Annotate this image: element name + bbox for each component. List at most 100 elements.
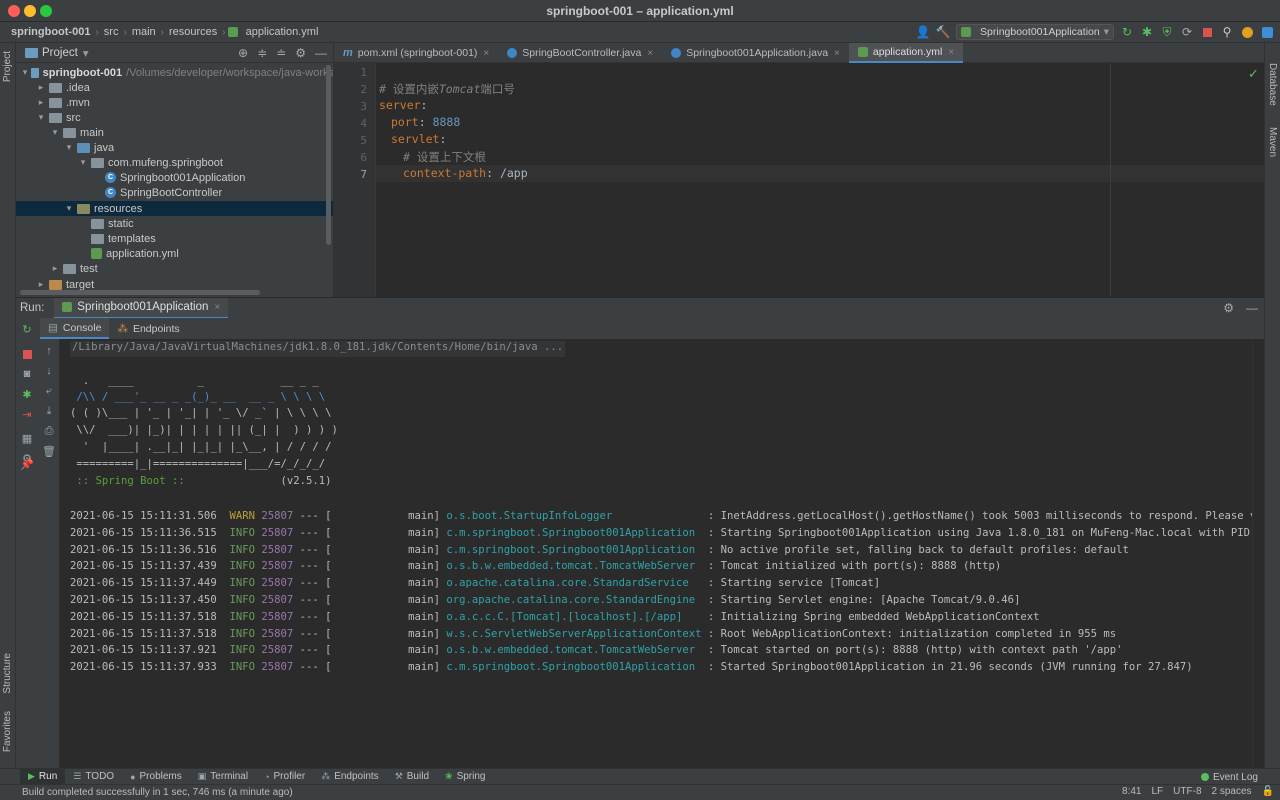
folder-icon: [30, 67, 39, 78]
banner-line: ( ( )\___ | '_ | '_| | '_ \/ _` | \ \ \ …: [70, 407, 332, 419]
close-icon[interactable]: ×: [483, 48, 489, 59]
tree-item-app-class[interactable]: C Springboot001Application: [16, 170, 333, 185]
profile-icon[interactable]: ⟳: [1180, 25, 1194, 39]
rerun-icon[interactable]: ↻: [1120, 25, 1134, 39]
coverage-icon[interactable]: ⛨: [1160, 25, 1174, 39]
tab-console[interactable]: ▤ Console: [40, 318, 110, 339]
build-hammer-icon[interactable]: 🔨: [936, 25, 951, 39]
database-tool-tab[interactable]: Database: [1267, 63, 1278, 106]
tree-item-idea[interactable]: ▸ .idea: [16, 80, 333, 95]
structure-tool-tab[interactable]: Structure: [2, 653, 13, 694]
exit-icon[interactable]: ⇥: [20, 407, 34, 421]
hide-icon[interactable]: —: [315, 46, 327, 60]
update-icon[interactable]: [1240, 25, 1254, 39]
bottom-tab-profiler[interactable]: ◔ Profiler: [256, 769, 313, 785]
tree-item-main[interactable]: ▾ main: [16, 125, 333, 140]
close-icon[interactable]: ×: [948, 47, 954, 58]
gear-icon[interactable]: ⚙: [1223, 301, 1234, 315]
file-encoding[interactable]: UTF-8: [1173, 786, 1201, 797]
project-tool-tab[interactable]: Project: [2, 51, 13, 82]
tab-spring-boot-controller[interactable]: SpringBootController.java ×: [498, 43, 662, 63]
gear-icon[interactable]: ⚙: [295, 46, 306, 60]
project-vertical-scrollbar[interactable]: [326, 65, 331, 245]
indent-setting[interactable]: 2 spaces: [1212, 786, 1252, 797]
stop-icon[interactable]: [20, 347, 34, 361]
bottom-tab-endpoints[interactable]: ⁂ Endpoints: [313, 769, 386, 785]
soft-wrap-icon[interactable]: ⤶: [42, 384, 56, 398]
tree-item-test[interactable]: ▸ test: [16, 261, 333, 276]
tree-item-templates[interactable]: templates: [16, 231, 333, 246]
tree-item-controller-class[interactable]: C SpringBootController: [16, 185, 333, 200]
yaml-file-icon: [857, 47, 868, 57]
debug-icon[interactable]: ✱: [1140, 25, 1154, 39]
tab-label: Springboot001Application.java: [686, 47, 829, 59]
tab-endpoints[interactable]: ⁂ Endpoints: [109, 318, 187, 339]
resources-folder-icon: [77, 203, 90, 214]
print-icon[interactable]: ⎙: [42, 424, 56, 438]
line-separator[interactable]: LF: [1152, 786, 1164, 797]
locate-icon[interactable]: ⊕: [238, 46, 248, 60]
event-log-button[interactable]: Event Log: [1200, 769, 1258, 785]
bottom-tab-problems[interactable]: ● Problems: [122, 769, 190, 785]
tab-springboot001-application[interactable]: Springboot001Application.java ×: [662, 43, 849, 63]
tree-item-static[interactable]: static: [16, 216, 333, 231]
breadcrumb-project[interactable]: springboot-001: [8, 26, 93, 38]
log-level: INFO: [229, 610, 255, 623]
debug-icon[interactable]: ✱: [20, 387, 34, 401]
breadcrumb-src[interactable]: src: [101, 26, 122, 38]
collapse-all-icon[interactable]: ≐: [276, 46, 286, 60]
bottom-tab-todo[interactable]: ☰ TODO: [65, 769, 122, 785]
tree-item-root[interactable]: ▾ springboot-001 /Volumes/developer/work…: [16, 65, 333, 80]
bottom-tab-run[interactable]: ▶ Run: [20, 768, 66, 785]
tree-item-label: src: [66, 111, 81, 124]
user-icon[interactable]: 👤: [916, 25, 931, 39]
caret-position[interactable]: 8:41: [1122, 786, 1141, 797]
stop-icon[interactable]: [1200, 25, 1214, 39]
project-horizontal-scrollbar[interactable]: [20, 290, 260, 295]
code-editor[interactable]: # 设置内嵌Tomcat端口号 server: port: 8888 servl…: [376, 63, 1264, 297]
window-title: springboot-001 – application.yml: [546, 4, 734, 18]
log-level: INFO: [229, 661, 255, 674]
rerun-icon[interactable]: ↻: [20, 322, 34, 336]
console-vertical-scrollbar[interactable]: [1252, 339, 1264, 771]
run-tab[interactable]: Springboot001Application ×: [54, 297, 229, 319]
status-message[interactable]: Build completed successfully in 1 sec, 7…: [22, 787, 293, 798]
arrow-down-icon[interactable]: ↓: [42, 364, 56, 378]
breadcrumb-file[interactable]: application.yml: [243, 26, 322, 38]
pin-icon[interactable]: 📌: [20, 457, 34, 471]
tree-item-application-yml[interactable]: application.yml: [16, 246, 333, 261]
arrow-up-icon[interactable]: ↑: [42, 344, 56, 358]
project-view-select[interactable]: Project: [42, 47, 78, 59]
folder-icon: [49, 112, 62, 123]
scroll-to-end-icon[interactable]: ⤓: [42, 404, 56, 418]
console-output[interactable]: /Library/Java/JavaVirtualMachines/jdk1.8…: [60, 339, 1252, 771]
run-configuration-select[interactable]: Springboot001Application ▾: [956, 24, 1114, 40]
favorites-tool-tab[interactable]: Favorites: [2, 711, 13, 752]
breadcrumb-main[interactable]: main: [129, 26, 159, 38]
close-icon[interactable]: ×: [214, 302, 220, 313]
close-icon[interactable]: ×: [647, 48, 653, 59]
line-number: 7: [360, 168, 367, 181]
bottom-tab-terminal[interactable]: ▣ Terminal: [190, 769, 256, 785]
maven-tool-tab[interactable]: Maven: [1267, 127, 1278, 157]
tree-item-java[interactable]: ▾ java: [16, 140, 333, 155]
trash-icon[interactable]: 🗑: [42, 444, 56, 458]
tree-item-mvn[interactable]: ▸ .mvn: [16, 95, 333, 110]
camera-icon[interactable]: ◙: [20, 367, 34, 381]
breadcrumb-resources[interactable]: resources: [166, 26, 220, 38]
close-icon[interactable]: ×: [834, 48, 840, 59]
tree-item-src[interactable]: ▾ src: [16, 110, 333, 125]
expand-all-icon[interactable]: ≑: [257, 46, 267, 60]
chevron-down-icon[interactable]: ▾: [83, 46, 89, 60]
search-icon[interactable]: ⚲: [1220, 25, 1234, 39]
tree-item-resources[interactable]: ▾ resources: [16, 201, 333, 216]
tab-pom-xml[interactable]: m pom.xml (springboot-001) ×: [334, 43, 498, 63]
layout-icon[interactable]: ▦: [20, 431, 34, 445]
lock-icon[interactable]: 🔓: [1262, 786, 1274, 797]
plugin-icon[interactable]: [1260, 25, 1274, 39]
tree-item-package[interactable]: ▾ com.mufeng.springboot: [16, 155, 333, 170]
bottom-tab-spring[interactable]: ❀ Spring: [437, 769, 493, 785]
bottom-tab-build[interactable]: ⚒ Build: [387, 769, 437, 785]
hide-icon[interactable]: —: [1246, 301, 1258, 315]
tab-application-yml[interactable]: application.yml ×: [848, 43, 964, 63]
